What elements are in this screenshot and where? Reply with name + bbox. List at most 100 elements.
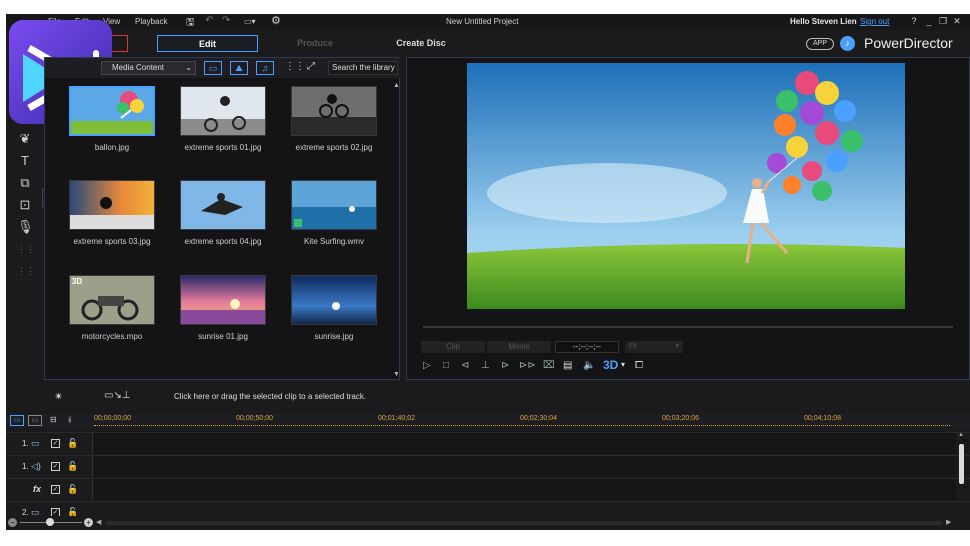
- zoom-slider-handle[interactable]: [46, 518, 54, 526]
- magic-tools-icon[interactable]: ✴: [54, 390, 63, 403]
- track-lane[interactable]: [92, 433, 956, 454]
- track-enable-checkbox[interactable]: ✓: [51, 462, 60, 471]
- timeline-vertical-scrollbar[interactable]: ▲: [958, 432, 966, 512]
- help-button[interactable]: ?: [908, 16, 920, 27]
- library-item[interactable]: extreme sports 02.jpg: [279, 82, 379, 172]
- fix-enhance-icon[interactable]: ▭↘⊥: [104, 390, 131, 401]
- subtitle-icon[interactable]: ▤: [563, 360, 572, 371]
- menu-playback[interactable]: Playback: [135, 17, 167, 26]
- redo-icon[interactable]: ↷: [222, 15, 230, 26]
- scroll-up-icon[interactable]: ▲: [958, 432, 964, 438]
- fit-timeline-icon[interactable]: ⊟: [50, 415, 57, 424]
- video-filter-icon[interactable]: ▭: [204, 61, 222, 75]
- track-lock-icon[interactable]: 🔓: [67, 461, 78, 472]
- tab-create-disc[interactable]: Create Disc: [381, 35, 461, 52]
- timeline-ruler[interactable]: ▭ ▭ ⊟ ⫳ 00;00;00;00 00;00;50;00 00;01;40…: [6, 414, 970, 428]
- stop-icon[interactable]: □: [443, 360, 449, 371]
- title-room-icon[interactable]: T: [17, 153, 33, 169]
- chevron-down-icon[interactable]: ▾: [621, 360, 625, 369]
- timeline-horizontal-scrollbar[interactable]: [106, 521, 942, 525]
- library-search-input[interactable]: Search the library: [328, 61, 398, 75]
- previous-frame-icon[interactable]: ⊲: [461, 360, 469, 371]
- library-item[interactable]: ballon.jpg: [57, 82, 157, 172]
- media-filter-dropdown[interactable]: Media Content ⌄: [101, 61, 196, 75]
- 3d-mode-toggle[interactable]: 3D: [603, 358, 618, 372]
- fx-track-label: fx: [33, 484, 42, 494]
- audio-track-1[interactable]: 1. ◁) ✓ 🔓: [6, 455, 970, 477]
- undock-preview-icon[interactable]: ⧠: [635, 360, 643, 371]
- scroll-up-icon[interactable]: ▲: [393, 82, 400, 89]
- chapter-room-icon[interactable]: ⋮⋮: [17, 241, 35, 257]
- video-track-2[interactable]: 2. ▭ ✓ 🔓: [6, 501, 970, 517]
- library-item[interactable]: 3D motorcycles.mpo: [57, 271, 157, 361]
- app-badge[interactable]: APP: [806, 38, 834, 50]
- snapshot-icon[interactable]: ⌧: [543, 360, 555, 371]
- timeline-toolbar: ✴ ▭↘⊥ Click here or drag the selected cl…: [6, 386, 970, 408]
- library-item[interactable]: sunrise.jpg: [279, 271, 379, 361]
- library-scrollbar[interactable]: ▲ ▼: [393, 82, 400, 378]
- play-icon[interactable]: ▷: [423, 360, 431, 371]
- fast-forward-icon[interactable]: ⊳⊳: [519, 360, 536, 371]
- track-manager-icon[interactable]: ⫳: [68, 415, 71, 425]
- thumbnail-size-icon[interactable]: ⤢: [307, 61, 315, 72]
- track-enable-checkbox[interactable]: ✓: [51, 485, 60, 494]
- pip-room-icon[interactable]: ⊡: [17, 197, 33, 213]
- voice-recording-icon[interactable]: 🎙: [17, 219, 34, 235]
- library-item[interactable]: sunrise 01.jpg: [168, 271, 268, 361]
- storyboard-view-icon[interactable]: ▭: [28, 415, 42, 426]
- movie-mode-button[interactable]: Movie: [487, 341, 551, 353]
- preview-scrubber[interactable]: [423, 326, 953, 328]
- tab-edit[interactable]: Edit: [157, 35, 258, 52]
- aspect-ratio-icon[interactable]: ▭▾: [244, 17, 256, 26]
- video-track-1[interactable]: 1. ▭ ✓ 🔓: [6, 432, 970, 454]
- particle-room-icon[interactable]: ❦: [17, 131, 33, 147]
- tab-produce[interactable]: Produce: [276, 35, 354, 52]
- save-icon[interactable]: 🖫: [186, 15, 195, 32]
- audio-filter-icon[interactable]: ♫: [256, 61, 274, 75]
- close-button[interactable]: ✕: [951, 16, 963, 27]
- notification-bell-icon[interactable]: ♪: [840, 36, 855, 51]
- effect-track[interactable]: fx ✓ 🔓: [6, 478, 970, 500]
- image-filter-icon[interactable]: ⛰: [230, 61, 248, 75]
- media-filter-value: Media Content: [112, 63, 165, 72]
- transition-room-icon[interactable]: ⧉: [17, 175, 33, 191]
- track-lock-icon[interactable]: 🔓: [67, 484, 78, 495]
- ruler-label: 00;03;20;06: [662, 415, 699, 422]
- library-item[interactable]: extreme sports 04.jpg: [168, 176, 268, 266]
- user-greeting: Hello Steven Lien: [790, 17, 857, 26]
- timecode-display[interactable]: --;--;--;--: [555, 341, 619, 353]
- track-enable-checkbox[interactable]: ✓: [51, 439, 60, 448]
- library-item[interactable]: Kite Surfing.wmv: [279, 176, 379, 266]
- zoom-fit-dropdown[interactable]: Fit ▾: [625, 341, 683, 353]
- next-frame-icon[interactable]: ⊳: [501, 360, 509, 371]
- zoom-out-icon[interactable]: −: [8, 518, 17, 527]
- volume-icon[interactable]: 🔈: [583, 360, 595, 371]
- preview-panel: Clip Movie --;--;--;-- Fit ▾ ▷ □ ⊲ ⊥ ⊳ ⊳…: [406, 57, 970, 380]
- menu-bar: File Edit View Playback 🖫 ↶ ↷ ▭▾ ⚙ New U…: [6, 14, 970, 30]
- track-lock-icon[interactable]: 🔓: [67, 438, 78, 449]
- undo-icon[interactable]: ↶: [205, 15, 213, 26]
- subtitle-room-icon[interactable]: ⋮⋮: [17, 263, 35, 279]
- minimize-button[interactable]: _: [923, 16, 935, 27]
- track-lane[interactable]: [92, 456, 956, 477]
- item-label: extreme sports 01.jpg: [184, 143, 262, 152]
- restore-button[interactable]: ❐: [937, 16, 949, 27]
- timeline-view-icon[interactable]: ▭: [10, 415, 24, 426]
- library-item[interactable]: extreme sports 01.jpg: [168, 82, 268, 172]
- scroll-left-icon[interactable]: ◀: [96, 518, 101, 526]
- scroll-thumb[interactable]: [959, 444, 964, 484]
- settings-gear-icon[interactable]: ⚙: [271, 14, 281, 27]
- track-lane[interactable]: [92, 479, 956, 500]
- grid-view-icon[interactable]: ⋮⋮: [285, 61, 305, 72]
- clip-mode-button[interactable]: Clip: [421, 341, 485, 353]
- sign-out-link[interactable]: Sign out: [860, 17, 889, 26]
- ruler-label: 00;00;00;00: [94, 415, 131, 422]
- library-item[interactable]: extreme sports 03.jpg: [57, 176, 157, 266]
- scroll-right-icon[interactable]: ▶: [946, 518, 951, 526]
- split-icon[interactable]: ⊥: [481, 360, 490, 371]
- scroll-down-icon[interactable]: ▼: [393, 371, 400, 378]
- brand-name: PowerDirector: [864, 35, 953, 51]
- project-title: New Untitled Project: [446, 17, 519, 26]
- zoom-in-icon[interactable]: +: [84, 518, 93, 527]
- timeline-bottom-bar: − + ◀ ▶: [6, 516, 970, 530]
